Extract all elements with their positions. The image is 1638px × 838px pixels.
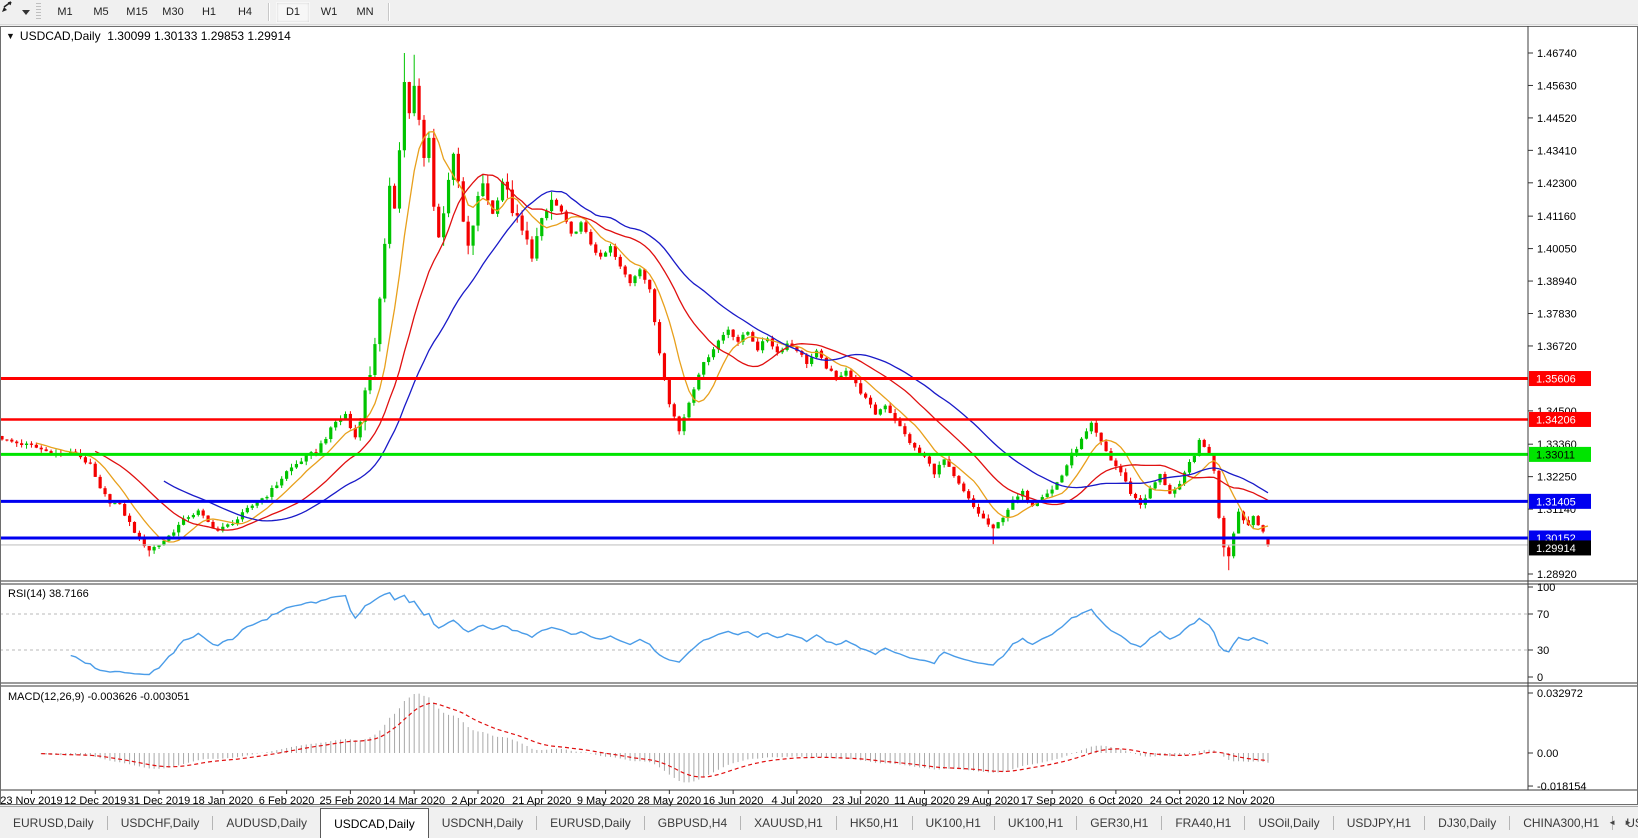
svg-text:70: 70 bbox=[1537, 609, 1549, 621]
price-chart-canvas[interactable]: 1.46740 1.45630 1.44520 1.43410 1.42300 1.411… bbox=[0, 0, 1638, 837]
chart-tab-GBPUSD-H4[interactable]: GBPUSD,H4 bbox=[645, 807, 740, 838]
chart-tab-bar: EURUSD,Daily USDCHF,Daily AUDUSD,Daily USDC… bbox=[0, 806, 1638, 838]
toolbar-separator bbox=[268, 3, 270, 21]
chart-ohlc-values: 1.30099 1.30133 1.29853 1.29914 bbox=[107, 29, 291, 43]
cursor-tool-dropdown-caret-icon[interactable] bbox=[22, 9, 30, 15]
timeframe-buttons: M1 M5 M15 M30 H1 H4 D1 W1 MN bbox=[47, 1, 395, 23]
svg-text:0.032972: 0.032972 bbox=[1537, 688, 1583, 700]
svg-text:1.45630: 1.45630 bbox=[1537, 80, 1577, 92]
chart-symbol-label: USDCAD,Daily bbox=[19, 29, 101, 43]
chart-tab-EURUSD-Daily[interactable]: EURUSD,Daily bbox=[537, 807, 644, 838]
tab-scroll-right-icon[interactable]: ► bbox=[1624, 818, 1632, 827]
svg-text:100: 100 bbox=[1537, 582, 1555, 594]
svg-text:1.44520: 1.44520 bbox=[1537, 113, 1577, 125]
svg-text:1.46740: 1.46740 bbox=[1537, 48, 1577, 60]
cursor-tool-icon[interactable] bbox=[2, 1, 20, 20]
axis-badge-1.31405: 1.31405 bbox=[1529, 493, 1591, 509]
chart-tab-CHINA300-H1[interactable]: CHINA300,H1 bbox=[1510, 807, 1612, 838]
svg-text:0.00: 0.00 bbox=[1537, 748, 1558, 760]
mt4-window: { "toolbar": { "timeframes": [ {"label":… bbox=[0, 0, 1638, 838]
svg-text:1.29914: 1.29914 bbox=[1536, 543, 1576, 555]
macd-indicator-label: MACD(12,26,9) -0.003626 -0.003051 bbox=[8, 691, 190, 703]
cursor-tool-glyph bbox=[2, 1, 12, 12]
svg-text:1.38940: 1.38940 bbox=[1537, 276, 1577, 288]
timeframe-button-M15[interactable]: M15 bbox=[120, 2, 154, 23]
svg-text:1.28920: 1.28920 bbox=[1537, 569, 1577, 581]
tab-scroll-arrows: ◄ ► bbox=[1608, 807, 1632, 838]
chart-tab-USDCNH-Daily[interactable]: USDCNH,Daily bbox=[429, 807, 536, 838]
chart-tab-USOil-Daily[interactable]: USOil,Daily bbox=[1245, 807, 1332, 838]
svg-text:1.32250: 1.32250 bbox=[1537, 472, 1577, 484]
timeframe-button-M30[interactable]: M30 bbox=[156, 2, 190, 23]
chart-title: ▼ USDCAD,Daily 1.30099 1.30133 1.29853 1.… bbox=[6, 29, 291, 43]
svg-text:0: 0 bbox=[1537, 672, 1543, 684]
svg-text:30: 30 bbox=[1537, 645, 1549, 657]
svg-text:1.42300: 1.42300 bbox=[1537, 178, 1577, 190]
chart-tab-AUDUSD-Daily[interactable]: AUDUSD,Daily bbox=[213, 807, 320, 838]
svg-text:-0.018154: -0.018154 bbox=[1537, 781, 1587, 793]
chart-tab-HK50-H1[interactable]: HK50,H1 bbox=[837, 807, 912, 838]
timeframe-button-H4[interactable]: H4 bbox=[228, 2, 262, 23]
chart-tab-USDCAD-Daily[interactable]: USDCAD,Daily bbox=[320, 808, 429, 838]
axis-badge-1.35606: 1.35606 bbox=[1529, 371, 1591, 387]
svg-text:1.37830: 1.37830 bbox=[1537, 309, 1577, 321]
axis-badge-1.34206: 1.34206 bbox=[1529, 411, 1591, 427]
timeframe-button-M1[interactable]: M1 bbox=[48, 2, 82, 23]
axis-badge-1.33011: 1.33011 bbox=[1529, 446, 1591, 462]
timeframe-toolbar: M1 M5 M15 M30 H1 H4 D1 W1 MN bbox=[0, 0, 1638, 25]
chart-tab-USDCHF-Daily[interactable]: USDCHF,Daily bbox=[108, 807, 213, 838]
chart-tab-UK100-H1[interactable]: UK100,H1 bbox=[995, 807, 1076, 838]
tab-scroll-left-icon[interactable]: ◄ bbox=[1608, 818, 1616, 827]
chart-tabs: EURUSD,Daily USDCHF,Daily AUDUSD,Daily USDC… bbox=[0, 807, 1638, 838]
chart-tab-FRA40-H1[interactable]: FRA40,H1 bbox=[1162, 807, 1244, 838]
chart-collapse-icon[interactable]: ▼ bbox=[6, 31, 15, 41]
chart-tab-UK100-H1[interactable]: UK100,H1 bbox=[913, 807, 994, 838]
toolbar-grip-handle[interactable] bbox=[36, 3, 41, 21]
chart-tab-EURUSD-Daily[interactable]: EURUSD,Daily bbox=[0, 807, 107, 838]
chart-tab-DJ30-Daily[interactable]: DJ30,Daily bbox=[1425, 807, 1509, 838]
svg-text:1.33011: 1.33011 bbox=[1536, 449, 1575, 461]
timeframe-button-MN[interactable]: MN bbox=[348, 2, 382, 23]
timeframe-button-H1[interactable]: H1 bbox=[192, 2, 226, 23]
timeframe-button-D1[interactable]: D1 bbox=[276, 1, 310, 23]
rsi-indicator-label: RSI(14) 38.7166 bbox=[8, 588, 89, 600]
svg-text:1.34206: 1.34206 bbox=[1536, 414, 1576, 426]
svg-text:1.31405: 1.31405 bbox=[1536, 496, 1576, 508]
axis-badge-current-price: 1.29914 bbox=[1529, 540, 1591, 556]
toolbar-separator bbox=[388, 3, 390, 21]
chart-tab-XAUUSD-H1[interactable]: XAUUSD,H1 bbox=[741, 807, 836, 838]
svg-text:1.40050: 1.40050 bbox=[1537, 244, 1577, 256]
timeframe-button-W1[interactable]: W1 bbox=[312, 2, 346, 23]
svg-text:1.41160: 1.41160 bbox=[1537, 211, 1576, 223]
svg-text:1.36720: 1.36720 bbox=[1537, 341, 1577, 353]
svg-text:1.35606: 1.35606 bbox=[1536, 374, 1576, 386]
timeframe-button-M5[interactable]: M5 bbox=[84, 2, 118, 23]
chart-tab-USDJPY-H1[interactable]: USDJPY,H1 bbox=[1334, 807, 1424, 838]
chart-tab-GER30-H1[interactable]: GER30,H1 bbox=[1077, 807, 1161, 838]
svg-text:1.43410: 1.43410 bbox=[1537, 145, 1577, 157]
